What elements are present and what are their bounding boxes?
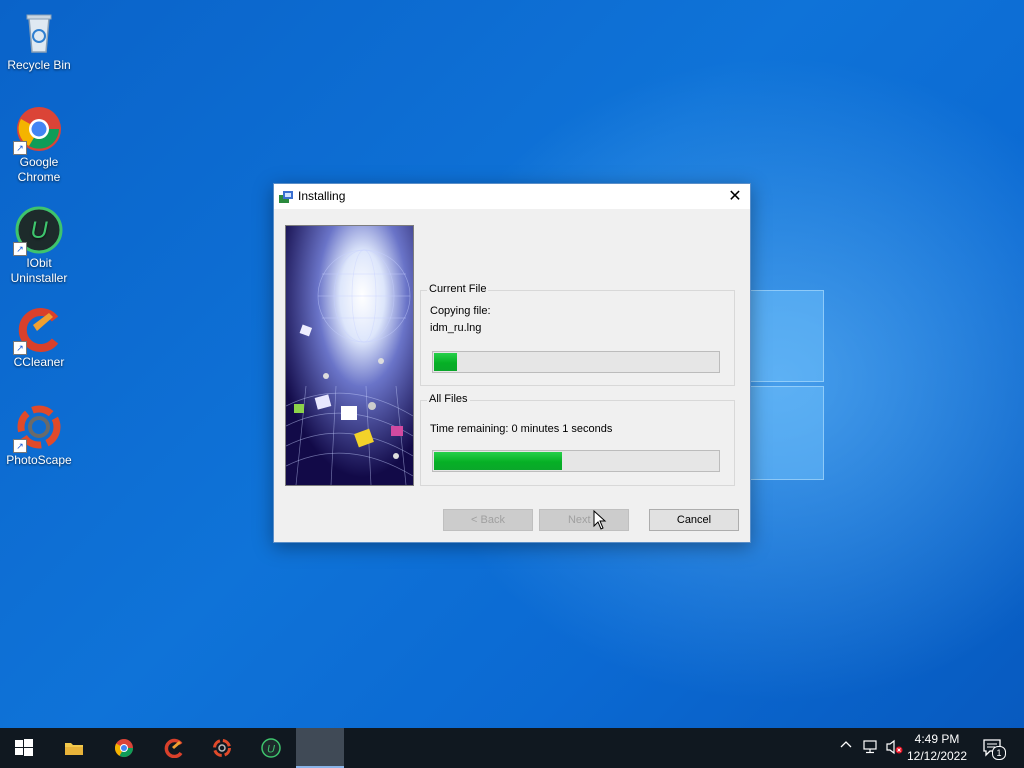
shortcut-arrow-icon: ↗	[13, 341, 27, 355]
desktop-icon-google-chrome[interactable]: ↗ Google Chrome	[2, 105, 76, 185]
desktop-icon-label: CCleaner	[13, 355, 65, 369]
all-files-label: All Files	[427, 393, 470, 405]
desktop-icon-label: Google Chrome	[17, 155, 61, 184]
time-remaining-text: Time remaining: 0 minutes 1 seconds	[430, 423, 613, 435]
desktop-icon-photoscape[interactable]: ↗ PhotoScape	[2, 403, 76, 468]
action-center-notification-icon[interactable]: 1	[982, 737, 1006, 762]
chrome-icon: ↗	[13, 105, 63, 155]
taskbar-installer-window[interactable]	[296, 728, 344, 768]
cancel-button[interactable]: Cancel	[649, 509, 739, 531]
current-file-group: Current File Copying file: idm_ru.lng	[420, 283, 735, 386]
back-button[interactable]: < Back	[443, 509, 533, 531]
taskbar-photoscape[interactable]	[198, 728, 246, 768]
all-files-progress-bar	[432, 450, 720, 472]
show-hidden-icons-chevron-up-icon[interactable]	[840, 739, 852, 754]
photoscape-icon	[212, 738, 232, 758]
taskbar-ccleaner[interactable]	[150, 728, 198, 768]
shortcut-arrow-icon: ↗	[13, 242, 27, 256]
desktop-icon-label: IObit Uninstaller	[10, 256, 68, 285]
next-button[interactable]: Next >	[539, 509, 629, 531]
shortcut-arrow-icon: ↗	[13, 141, 27, 155]
dialog-titlebar[interactable]: Installing ✕	[274, 184, 750, 209]
current-file-progress-fill	[434, 353, 457, 371]
wallpaper-windows-logo	[740, 288, 824, 480]
installer-app-icon	[278, 189, 294, 205]
all-files-group: All Files Time remaining: 0 minutes 1 se…	[420, 393, 735, 486]
installing-dialog: Installing ✕ Current File Copying file: …	[273, 183, 751, 543]
photoscape-icon: ↗	[13, 403, 63, 453]
desktop-icon-iobit-uninstaller[interactable]: U ↗ IObit Uninstaller	[2, 206, 76, 286]
svg-text:U: U	[267, 744, 275, 756]
installer-side-image	[285, 225, 414, 486]
all-files-progress-fill	[434, 452, 562, 470]
desktop-icon-recycle-bin[interactable]: Recycle Bin	[2, 8, 76, 73]
shortcut-arrow-icon: ↗	[13, 439, 27, 453]
dialog-title: Installing	[298, 189, 346, 203]
iobit-uninstaller-icon: U	[261, 738, 281, 758]
desktop-icon-label: PhotoScape	[6, 453, 72, 467]
notification-count-badge: 1	[992, 746, 1006, 760]
recycle-bin-icon	[15, 8, 63, 56]
close-icon[interactable]: ✕	[720, 184, 750, 209]
mouse-cursor-icon	[593, 509, 607, 535]
start-icon	[14, 738, 34, 758]
start-button[interactable]	[0, 728, 48, 768]
taskbar-chrome[interactable]	[100, 728, 148, 768]
current-file-label: Current File	[427, 283, 489, 295]
network-icon[interactable]	[863, 739, 879, 758]
file-explorer-icon	[64, 738, 84, 758]
clock-time: 4:49 PM	[914, 732, 960, 746]
desktop-icon-label: Recycle Bin	[7, 58, 71, 72]
taskbar-file-explorer[interactable]	[50, 728, 98, 768]
taskbar-clock[interactable]: 4:49 PM 12/12/2022	[902, 731, 972, 765]
taskbar-iobit-uninstaller[interactable]: U	[247, 728, 295, 768]
clock-date: 12/12/2022	[906, 749, 968, 763]
iobit-uninstaller-icon: U ↗	[13, 206, 63, 256]
taskbar: U 4:49 PM 12/12/2022 1	[0, 728, 1024, 768]
current-file-progress-bar	[432, 351, 720, 373]
desktop-icon-ccleaner[interactable]: ↗ CCleaner	[2, 305, 76, 370]
ccleaner-icon	[164, 738, 184, 759]
ccleaner-icon: ↗	[13, 305, 63, 355]
chrome-icon	[114, 738, 134, 758]
copying-status-text: Copying file:	[430, 305, 491, 317]
svg-text:U: U	[30, 217, 48, 244]
current-filename: idm_ru.lng	[430, 322, 482, 334]
